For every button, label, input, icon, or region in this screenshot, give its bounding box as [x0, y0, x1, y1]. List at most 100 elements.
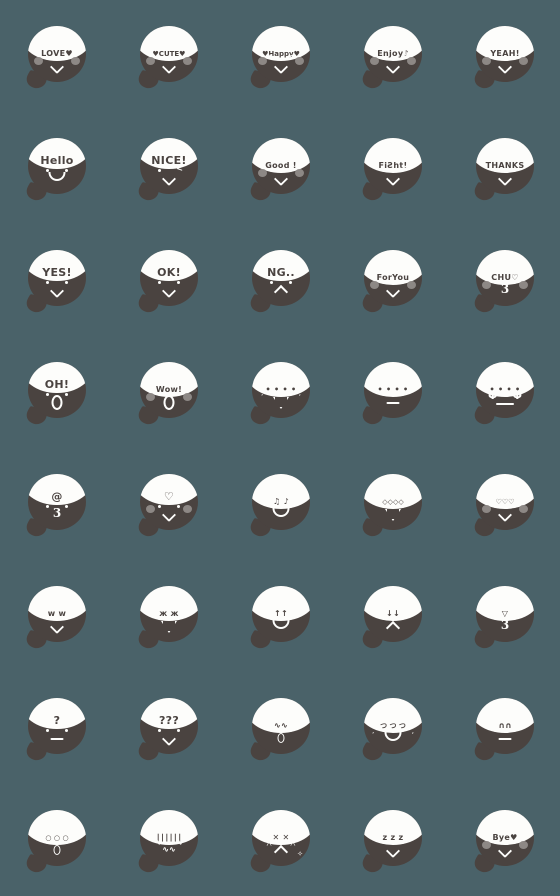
emoji-cute[interactable]: ♥CUTE♥	[132, 20, 204, 92]
emoji-sparkle[interactable]: ◇◇◇◇	[356, 468, 428, 540]
emoji-yes[interactable]: YES!	[20, 244, 92, 316]
emoji-cell-heart[interactable]: ♡	[112, 448, 224, 560]
emoji-cell-thanks[interactable]: THANKS	[448, 112, 560, 224]
emoji-fight[interactable]: FiƧht! <	[356, 132, 428, 204]
emoji-worried-brows[interactable]: ∩∩	[468, 692, 540, 764]
emoji-ok[interactable]: OK!	[132, 244, 204, 316]
eye-left	[494, 729, 498, 733]
emoji-cell-yes[interactable]: YES!	[0, 224, 112, 336]
emoji-cell-good[interactable]: Good !	[224, 112, 336, 224]
emoji-happy[interactable]: ♥Happy♥ > <	[244, 20, 316, 92]
blush-right	[295, 57, 304, 65]
emoji-cell-arrows-up[interactable]: ↑↑	[224, 560, 336, 672]
emoji-arrows-up[interactable]: ↑↑	[244, 580, 316, 652]
emoji-cell-shock-sweat[interactable]: ○ ○ ○	[0, 784, 112, 896]
emoji-cell-chu-kiss[interactable]: CHU♡ 3	[448, 224, 560, 336]
emoji-music[interactable]: ♫ ♪	[244, 468, 316, 540]
eye-left	[158, 169, 162, 173]
emoji-cell-worried-brows[interactable]: ∩∩	[448, 672, 560, 784]
emoji-body: ◇◇◇◇	[364, 474, 422, 530]
emoji-good[interactable]: Good !	[244, 132, 316, 204]
emoji-cell-ok[interactable]: OK!	[112, 224, 224, 336]
emoji-cell-hello[interactable]: Hello	[0, 112, 112, 224]
emoji-squiggle[interactable]: ∿∿	[244, 692, 316, 764]
emoji-cell-questions[interactable]: ???	[112, 672, 224, 784]
emoji-chu-kiss[interactable]: CHU♡ 3	[468, 244, 540, 316]
emoji-cell-squiggle[interactable]: ∿∿	[224, 672, 336, 784]
emoji-hello[interactable]: Hello	[20, 132, 92, 204]
emoji-cell-wow[interactable]: Wow!	[112, 336, 224, 448]
emoji-cell-arrows-down[interactable]: ↓↓‘	[336, 560, 448, 672]
emoji-cell-cute[interactable]: ♥CUTE♥	[112, 0, 224, 112]
emoji-questions[interactable]: ???	[132, 692, 204, 764]
emoji-bye[interactable]: Bye♥	[468, 804, 540, 876]
emoji-sleeping[interactable]: z z z	[356, 804, 428, 876]
emoji-ng[interactable]: NG..	[244, 244, 316, 316]
blush-left	[146, 57, 155, 65]
eye-left	[46, 617, 50, 621]
emoji-cell-nice[interactable]: NICE! <	[112, 112, 224, 224]
emoji-enjoy[interactable]: Enjoy♪ <	[356, 20, 428, 92]
emoji-laughing-www[interactable]: w w	[20, 580, 92, 652]
emoji-face: ’ ‘	[252, 362, 310, 418]
emoji-despair-lines[interactable]: ∣∣∣∣∣∣ ∿ ∿ ∿∿	[132, 804, 204, 876]
emoji-cell-enjoy[interactable]: Enjoy♪ <	[336, 0, 448, 112]
emoji-cell-question[interactable]: ?	[0, 672, 112, 784]
emoji-body: ↑↑	[252, 586, 310, 642]
emoji-crying-x[interactable]: ✕ ✕ ╳ ╳ ✧	[244, 804, 316, 876]
emoji-dots-spiral[interactable]: • • • • Φ Φ	[468, 356, 540, 428]
emoji-cell-ng[interactable]: NG..	[224, 224, 336, 336]
emoji-cell-dots-spiral[interactable]: • • • • Φ Φ	[448, 336, 560, 448]
eye-left	[270, 169, 274, 173]
emoji-body: ♥CUTE♥	[140, 26, 198, 82]
emoji-face: 3	[476, 250, 534, 306]
emoji-cell-bye[interactable]: Bye♥	[448, 784, 560, 896]
emoji-tornado[interactable]: ▽ 3	[468, 580, 540, 652]
emoji-cell-crying-x[interactable]: ✕ ✕ ╳ ╳ ✧	[224, 784, 336, 896]
emoji-for-you[interactable]: ForYou	[356, 244, 428, 316]
emoji-cell-dots-flat[interactable]: • • • •	[336, 336, 448, 448]
emoji-cell-oh[interactable]: OH!	[0, 336, 112, 448]
emoji-face	[476, 474, 534, 530]
emoji-cell-yeah[interactable]: YEAH!	[448, 0, 560, 112]
eye-left	[158, 57, 162, 61]
emoji-cell-laughing-www[interactable]: w w	[0, 560, 112, 672]
emoji-cell-sweat-drops[interactable]: つ つ つ’ ‘	[336, 672, 448, 784]
blush-right	[71, 57, 80, 65]
emoji-body: YES!	[28, 250, 86, 306]
emoji-face: ’ ‘	[364, 698, 422, 754]
emoji-yeah[interactable]: YEAH!	[468, 20, 540, 92]
emoji-cell-dots-triangle[interactable]: • • • •’ ‘	[224, 336, 336, 448]
emoji-cell-for-you[interactable]: ForYou	[336, 224, 448, 336]
emoji-cell-sparkle[interactable]: ◇◇◇◇	[336, 448, 448, 560]
emoji-body: ∿∿	[252, 698, 310, 754]
emoji-heart[interactable]: ♡	[132, 468, 204, 540]
emoji-whistle-spiral[interactable]: @3	[20, 468, 92, 540]
mouth-u-smile	[272, 508, 290, 517]
emoji-dots-triangle[interactable]: • • • •’ ‘	[244, 356, 316, 428]
emoji-cell-music[interactable]: ♫ ♪	[224, 448, 336, 560]
emoji-cell-fight[interactable]: FiƧht! <	[336, 112, 448, 224]
emoji-cell-sleeping[interactable]: z z z	[336, 784, 448, 896]
emoji-oh[interactable]: OH!	[20, 356, 92, 428]
emoji-cell-despair-lines[interactable]: ∣∣∣∣∣∣ ∿ ∿ ∿∿	[112, 784, 224, 896]
emoji-cell-whistle-spiral[interactable]: @3	[0, 448, 112, 560]
emoji-question[interactable]: ?	[20, 692, 92, 764]
emoji-sweat-drops[interactable]: つ つ つ’ ‘	[356, 692, 428, 764]
emoji-angry-marks[interactable]: ж ж	[132, 580, 204, 652]
emoji-cell-happy[interactable]: ♥Happy♥ > <	[224, 0, 336, 112]
emoji-thanks[interactable]: THANKS	[468, 132, 540, 204]
emoji-cell-tornado[interactable]: ▽ 3	[448, 560, 560, 672]
emoji-shock-sweat[interactable]: ○ ○ ○	[20, 804, 92, 876]
emoji-cell-hearts[interactable]: ♡♡♡	[448, 448, 560, 560]
emoji-cell-angry-marks[interactable]: ж ж	[112, 560, 224, 672]
emoji-body: NICE! <	[140, 138, 198, 194]
emoji-arrows-down[interactable]: ↓↓‘	[356, 580, 428, 652]
emoji-nice[interactable]: NICE! <	[132, 132, 204, 204]
emoji-wow[interactable]: Wow!	[132, 356, 204, 428]
emoji-love[interactable]: LOVE♥	[20, 20, 92, 92]
emoji-cell-love[interactable]: LOVE♥	[0, 0, 112, 112]
emoji-body: z z z	[364, 810, 422, 866]
emoji-dots-flat[interactable]: • • • •	[356, 356, 428, 428]
emoji-hearts[interactable]: ♡♡♡	[468, 468, 540, 540]
